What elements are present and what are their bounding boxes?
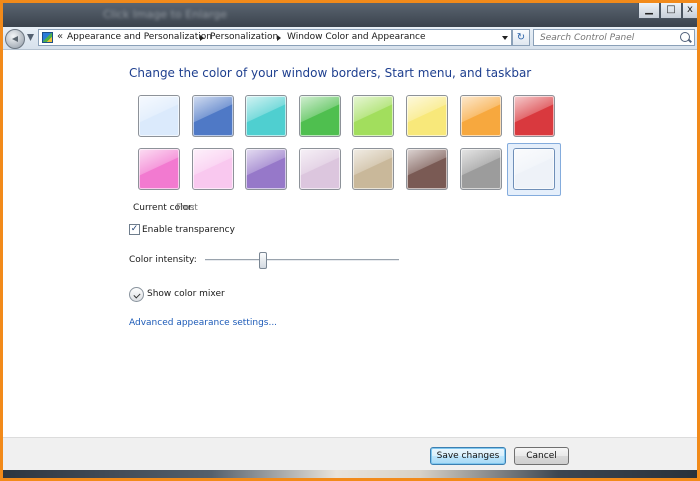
breadcrumb-arrow-icon[interactable] [277, 35, 281, 41]
maximize-button[interactable]: □ [660, 3, 682, 19]
breadcrumb-appearance[interactable]: Appearance and Personalization [67, 32, 212, 42]
minimize-button[interactable]: ▁ [638, 3, 660, 19]
color-intensity-label: Color intensity: [129, 255, 197, 265]
color-swatch-sky[interactable] [138, 95, 180, 137]
save-changes-button[interactable]: Save changes [430, 447, 506, 465]
recent-pages-dropdown-icon[interactable] [27, 34, 34, 41]
back-button[interactable] [5, 29, 25, 49]
color-swatch-lime[interactable] [352, 95, 395, 137]
breadcrumb-personalization[interactable]: Personalization [210, 32, 278, 42]
breadcrumb-window-color[interactable]: Window Color and Appearance [287, 32, 426, 42]
search-icon[interactable] [680, 32, 690, 42]
color-intensity-slider-thumb[interactable] [259, 252, 268, 269]
enable-transparency-checkbox[interactable]: ✓ [129, 224, 140, 235]
control-panel-icon [42, 32, 53, 43]
color-swatch-taupe[interactable] [352, 148, 395, 190]
color-swatch-ruby[interactable] [513, 95, 556, 137]
color-swatch-sea[interactable] [245, 95, 288, 137]
color-swatch-chocolate[interactable] [406, 148, 448, 190]
color-swatch-slate[interactable] [459, 148, 502, 190]
show-color-mixer-label[interactable]: Show color mixer [147, 289, 225, 299]
taskbar-strip [3, 470, 697, 478]
window: Click Image to Enlarge ▁ □ x « Appearanc… [3, 3, 697, 478]
color-swatch-fuchsia[interactable] [138, 148, 180, 190]
address-field[interactable]: « Appearance and Personalization Persona… [38, 29, 512, 46]
address-dropdown-icon[interactable] [502, 36, 508, 40]
color-swatch-orange[interactable] [459, 95, 502, 137]
color-swatch-blush[interactable] [191, 148, 234, 190]
address-bar: « Appearance and Personalization Persona… [3, 27, 697, 50]
advanced-appearance-link[interactable]: Advanced appearance settings... [129, 318, 277, 328]
overflow-chevron[interactable]: « [57, 31, 63, 42]
close-button[interactable]: x [682, 3, 697, 19]
cancel-button[interactable]: Cancel [514, 447, 569, 465]
color-swatch-frost[interactable] [513, 148, 556, 190]
color-swatch-lemon[interactable] [406, 95, 448, 137]
footer-bar: Save changes Cancel [3, 437, 697, 471]
color-swatch-leaf[interactable] [298, 95, 341, 137]
search-box[interactable] [533, 29, 695, 46]
color-swatch-lavender[interactable] [298, 148, 341, 190]
refresh-button[interactable]: ↻ [512, 29, 530, 46]
color-intensity-slider-track[interactable] [205, 259, 399, 262]
title-bar[interactable]: Click Image to Enlarge ▁ □ x [3, 3, 697, 27]
show-color-mixer-chevron-icon[interactable] [129, 287, 144, 302]
window-title: Click Image to Enlarge [103, 8, 227, 21]
enable-transparency-label[interactable]: Enable transparency [142, 225, 235, 235]
current-color-value: Frost [176, 203, 198, 213]
color-swatch-violet[interactable] [245, 148, 288, 190]
search-input[interactable] [534, 30, 674, 45]
color-swatch-twilight[interactable] [191, 95, 234, 137]
page-heading: Change the color of your window borders,… [129, 66, 532, 80]
